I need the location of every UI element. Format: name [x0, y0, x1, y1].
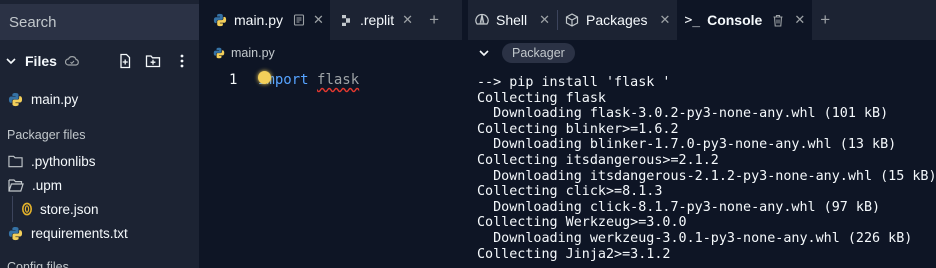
tab-console[interactable]: >_ Console ✕ — [677, 0, 813, 40]
chevron-down-icon[interactable] — [478, 47, 490, 59]
replit-config-icon — [341, 14, 350, 26]
console-line: Downloading flask-3.0.2-py3-none-any.whl… — [477, 106, 889, 122]
line-number: 1 — [229, 72, 238, 88]
python-file-icon — [213, 47, 225, 59]
right-panel: Shell ✕ Packages ✕ >_ Console ✕ + Packag… — [468, 0, 936, 268]
lightbulb-icon[interactable] — [258, 71, 271, 84]
chevron-down-icon[interactable] — [5, 55, 17, 67]
close-tab-icon[interactable]: ✕ — [402, 12, 413, 28]
new-folder-icon[interactable] — [145, 53, 161, 69]
folder-item-upm[interactable]: .upm — [0, 174, 199, 196]
tab-shell[interactable]: Shell ✕ — [468, 0, 557, 40]
more-options-icon[interactable] — [174, 53, 190, 69]
files-title: Files — [25, 53, 57, 69]
tab-label: Shell — [496, 12, 528, 28]
new-tab-icon[interactable]: + — [429, 10, 439, 30]
file-label: store.json — [40, 201, 99, 217]
search-input[interactable] — [9, 13, 189, 31]
folder-label: .pythonlibs — [31, 153, 96, 169]
console-line: Downloading blinker-1.7.0-py3-none-any.w… — [477, 137, 897, 153]
tab-main-py[interactable]: main.py ✕ — [205, 0, 330, 40]
files-header[interactable]: Files — [0, 48, 199, 74]
json-file-icon — [22, 202, 32, 216]
code-editor: main.py ✕ .replit ✕ + main.py 1 import f… — [205, 0, 462, 268]
console-line: Downloading werkzeug-3.0.1-py3-none-any.… — [477, 230, 913, 246]
tab-label: Console — [707, 12, 763, 28]
terminal-icon: >_ — [684, 12, 701, 28]
file-item-store-json[interactable]: store.json — [0, 198, 199, 220]
console-line: Collecting blinker>=1.6.2 — [477, 121, 679, 137]
breadcrumb-file[interactable]: main.py — [231, 46, 275, 60]
console-log: --> pip install 'flask ' Collecting flask… — [477, 75, 936, 262]
file-sidebar: Files main.py Packager files .pythonlibs… — [0, 0, 199, 268]
shell-icon — [475, 13, 489, 25]
python-file-icon — [8, 226, 23, 240]
section-packager-files: Packager files — [7, 128, 86, 142]
trash-icon[interactable] — [772, 14, 784, 27]
console-output[interactable]: Packager --> pip install 'flask ' Collect… — [468, 40, 936, 268]
tab-replit[interactable]: .replit ✕ — [334, 0, 419, 40]
section-config-files: Config files — [7, 260, 69, 268]
breadcrumb: main.py — [205, 40, 462, 66]
file-item-requirements-txt[interactable]: requirements.txt — [0, 222, 199, 244]
close-tab-icon[interactable]: ✕ — [660, 12, 671, 28]
console-line: Collecting Werkzeug>=3.0.0 — [477, 215, 687, 231]
code-line[interactable]: import flask — [258, 72, 359, 88]
tab-label: main.py — [234, 12, 284, 28]
file-outline-icon[interactable] — [293, 14, 305, 26]
console-line: Downloading itsdangerous-2.1.2-py3-none-… — [477, 168, 936, 184]
panel-tabbar: Shell ✕ Packages ✕ >_ Console ✕ + — [468, 0, 936, 40]
folder-item-pythonlibs[interactable]: .pythonlibs — [0, 150, 199, 172]
console-line: Collecting flask — [477, 90, 606, 106]
folder-icon — [8, 155, 23, 168]
close-tab-icon[interactable]: ✕ — [313, 12, 324, 28]
python-file-icon — [213, 13, 227, 27]
code-module: flask — [317, 72, 360, 88]
code-area[interactable]: 1 import flask — [205, 66, 462, 268]
tab-label: Packages — [586, 12, 648, 28]
tab-label: .replit — [359, 12, 395, 28]
search-box[interactable] — [0, 4, 199, 40]
console-line: Collecting itsdangerous>=2.1.2 — [477, 152, 719, 168]
console-line: --> pip install 'flask ' — [477, 75, 671, 90]
console-line: Collecting Jinja2>=3.1.2 — [477, 246, 671, 262]
tab-packages[interactable]: Packages ✕ — [558, 0, 677, 40]
console-line: Collecting click>=8.1.3 — [477, 184, 663, 200]
close-tab-icon[interactable]: ✕ — [794, 12, 805, 28]
file-item-main-py[interactable]: main.py — [0, 88, 199, 110]
packager-badge[interactable]: Packager — [502, 43, 575, 63]
folder-label: .upm — [32, 177, 63, 193]
close-tab-icon[interactable]: ✕ — [539, 12, 550, 28]
file-label: main.py — [31, 91, 79, 107]
new-tab-icon[interactable]: + — [820, 10, 830, 30]
cloud-sync-icon — [64, 56, 79, 66]
python-file-icon — [8, 92, 23, 106]
file-label: requirements.txt — [31, 225, 128, 241]
package-icon — [565, 13, 579, 27]
console-line: Downloading click-8.1.7-py3-none-any.whl… — [477, 199, 881, 215]
editor-tabbar: main.py ✕ .replit ✕ + — [205, 0, 462, 40]
packager-row: Packager — [468, 40, 575, 66]
folder-open-icon — [8, 179, 24, 192]
new-file-icon[interactable] — [117, 53, 133, 69]
